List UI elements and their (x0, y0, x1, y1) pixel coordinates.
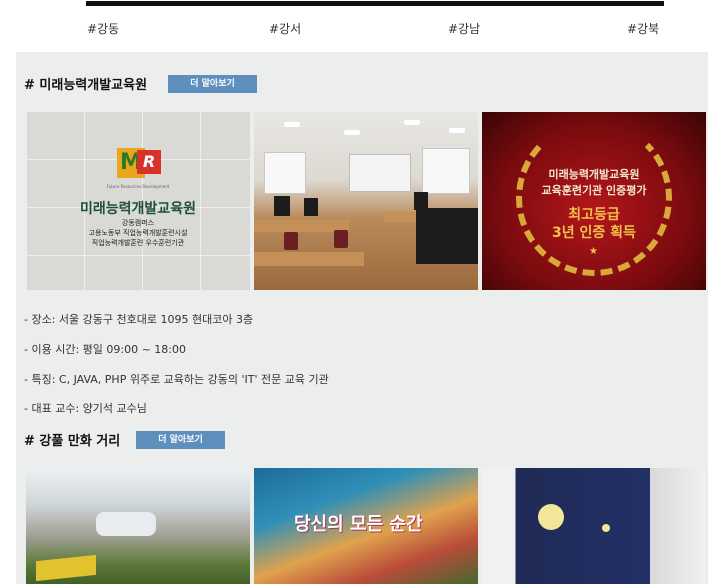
classroom-window (422, 148, 470, 194)
region-link-gangdong[interactable]: #강동 (87, 20, 119, 37)
top-divider (86, 1, 664, 6)
sign-logo-subtitle: Future Resources Development (106, 184, 170, 189)
award-line3: 최고등급 (568, 207, 620, 223)
info-features: - 특징: C, JAVA, PHP 위주로 교육하는 강동의 'IT' 전문 … (24, 373, 329, 386)
moon (538, 504, 564, 530)
photo-mirae-award[interactable]: 미래능력개발교육원 교육훈련기관 인증평가 최고등급 3년 인증 획득 ★ (482, 112, 706, 290)
section-title-kangfull: # 강풀 만화 거리 (24, 434, 121, 449)
more-button-kangfull[interactable]: 더 알아보기 (136, 431, 225, 449)
award-line1: 미래능력개발교육원 (548, 168, 640, 181)
logo-letter-r: R (137, 150, 161, 174)
car (96, 512, 156, 536)
region-link-gangnam[interactable]: #강남 (448, 20, 480, 37)
ceiling-light (449, 128, 465, 133)
photo-mirae-classroom[interactable] (254, 112, 478, 290)
star (602, 524, 610, 532)
sign-campus: 강동캠퍼스 (121, 219, 155, 227)
whiteboard (349, 154, 411, 192)
chair (284, 232, 298, 250)
info-hours: - 이용 시간: 평일 09:00 ~ 18:00 (24, 343, 186, 356)
mirae-logo: M R (117, 148, 161, 182)
star-icon: ★ (589, 246, 598, 257)
photo-kangfull-wall[interactable] (482, 468, 706, 584)
region-nav: #강동 #강서 #강남 #강북 (0, 20, 708, 40)
monitor (274, 196, 290, 216)
chair (334, 230, 348, 248)
award-line4: 3년 인증 획득 (552, 225, 636, 241)
section-title-mirae: # 미래능력개발교육원 (24, 78, 148, 93)
more-button-mirae[interactable]: 더 알아보기 (168, 75, 257, 93)
monitor (416, 208, 478, 264)
sign-board (36, 554, 96, 582)
info-professor: - 대표 교수: 양기석 교수님 (24, 402, 147, 415)
region-link-gangbuk[interactable]: #강북 (627, 20, 659, 37)
desk (254, 252, 364, 266)
award-line2: 교육훈련기관 인증평가 (541, 184, 647, 197)
mural-text: 당신의 모든 순간 (294, 514, 423, 535)
photo-kangfull-mural[interactable]: 당신의 모든 순간 (254, 468, 478, 584)
region-link-gangseo[interactable]: #강서 (269, 20, 301, 37)
sign-line2: 직업능력개발훈련 우수훈련기관 (91, 239, 185, 247)
monitor (304, 198, 318, 216)
photo-mirae-sign[interactable]: M R Future Resources Development 미래능력개발교… (26, 112, 250, 290)
content-panel: # 미래능력개발교육원 더 알아보기 M R Future Resources … (16, 52, 708, 584)
ceiling-light (344, 130, 360, 135)
photo-kangfull-street[interactable] (26, 468, 250, 584)
info-location: - 장소: 서울 강동구 천호대로 1095 현대코아 3층 (24, 313, 254, 326)
sign-line1: 고용노동부 직업능력개발훈련시설 (88, 229, 188, 237)
ceiling-light (284, 122, 300, 127)
classroom-window (264, 152, 306, 194)
sign-name: 미래능력개발교육원 (80, 201, 196, 217)
ceiling-light (404, 120, 420, 125)
